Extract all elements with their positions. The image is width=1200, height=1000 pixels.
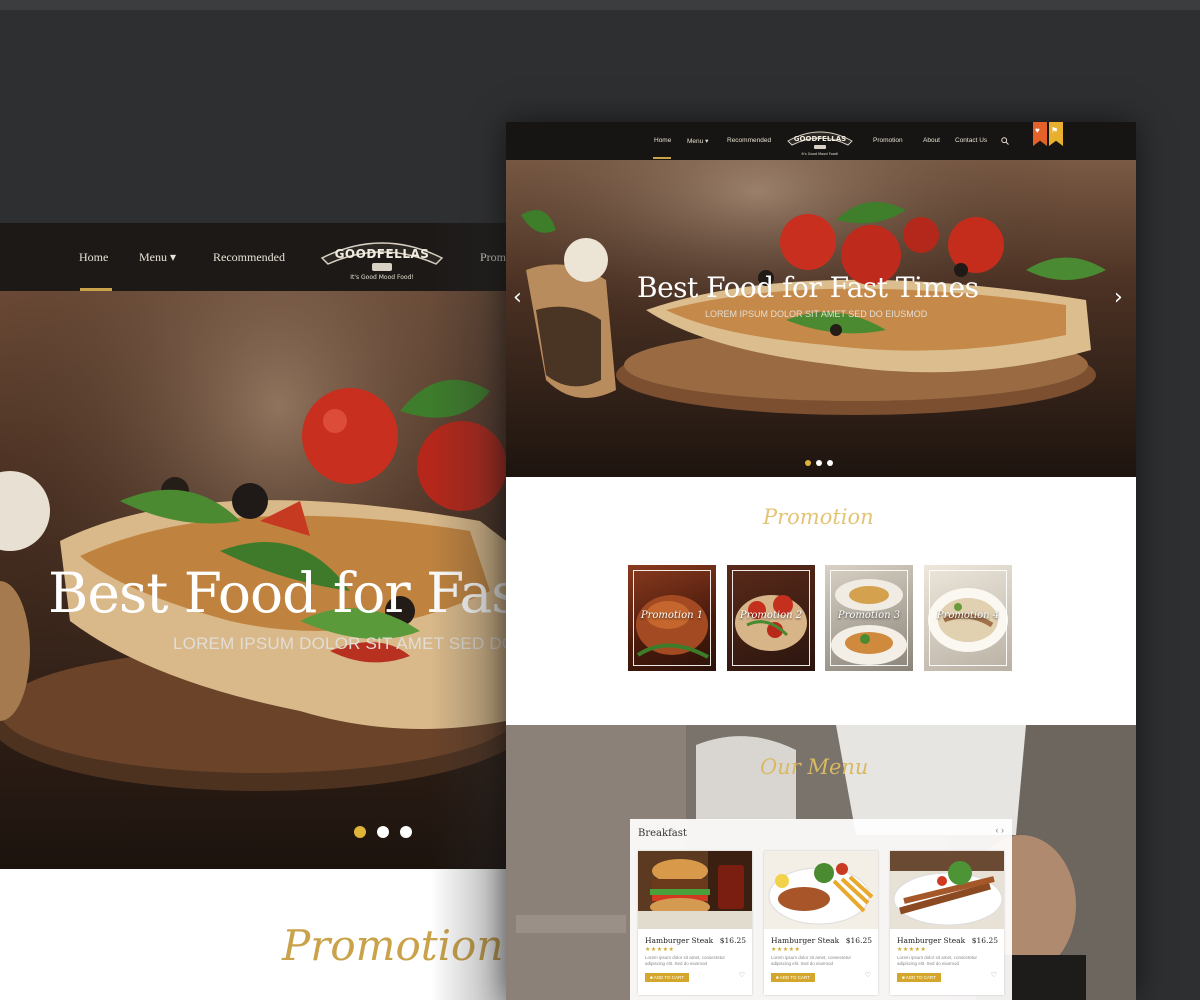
item-name: Hamburger Steak	[897, 936, 966, 945]
logo-text: GOODFELLAS	[335, 247, 430, 261]
nav-menu[interactable]: Menu ▾	[139, 250, 176, 265]
hero-subtitle: LOREM IPSUM DOLOR SIT AMET SED DO	[173, 634, 506, 653]
nav-home[interactable]: Home	[79, 250, 108, 265]
nav-recommended[interactable]: Recommended	[213, 250, 285, 265]
slider-dot-3[interactable]	[400, 826, 412, 838]
slider-dot-2[interactable]	[377, 826, 389, 838]
nav-menu[interactable]: Menu ▾	[687, 137, 708, 145]
nav-promotion-partial[interactable]: Prom	[480, 250, 506, 265]
promotion-heading: Promotion	[763, 505, 874, 529]
item-description: Lorem ipsum dolor sit amet, consectetur …	[645, 955, 726, 966]
item-name: Hamburger Steak	[771, 936, 840, 945]
heart-icon[interactable]: ♡	[739, 971, 745, 979]
main-nav: Home Menu ▾ Recommended GOODFELLAS It's …	[0, 223, 506, 291]
item-description: Lorem ipsum dolor sit amet, consectetur …	[897, 955, 978, 966]
promotion-tile-label: Promotion 4	[936, 610, 1000, 621]
nav-menu-label: Menu	[139, 250, 167, 264]
main-nav-small: Home Menu ▾ Recommended GOODFELLAS It's …	[506, 122, 1136, 160]
menu-card: Breakfast ‹ › Hamburger Steak $16.25 ★★★…	[630, 819, 1012, 1000]
left-mockup: Home Menu ▾ Recommended GOODFELLAS It's …	[0, 223, 506, 1000]
item-description: Lorem ipsum dolor sit amet, consectetur …	[771, 955, 852, 966]
promotion-tile-1[interactable]: Promotion 1	[628, 565, 716, 671]
hero-banner-small: Best Food for Fast Times LOREM IPSUM DOL…	[506, 160, 1136, 477]
top-strip	[0, 0, 1200, 10]
hero-subtitle: LOREM IPSUM DOLOR SIT AMET SED DO EIUSMO…	[705, 309, 928, 319]
promotion-tile-2[interactable]: Promotion 2	[727, 565, 815, 671]
star-rating: ★★★★★	[645, 947, 675, 953]
logo-tagline: It's Good Mood Food!	[801, 152, 838, 156]
add-to-cart-button[interactable]: ■ ADD TO CART	[897, 973, 941, 982]
promotion-section: Promotion Promotion 1 Promotion 2 Promot…	[506, 477, 1136, 725]
caret-down-icon: ▾	[170, 250, 177, 264]
promotion-tile-label: Promotion 1	[640, 610, 704, 621]
flag-ribbon[interactable]: ⚑	[1049, 122, 1063, 146]
menu-category: Breakfast	[638, 828, 687, 839]
hero-banner: Best Food for Fas LOREM IPSUM DOLOR SIT …	[0, 291, 506, 869]
goodfellas-logo[interactable]: GOODFELLAS It's Good Mood Food!	[786, 126, 854, 156]
logo-tagline: It's Good Mood Food!	[350, 274, 414, 281]
our-menu-section: Our Menu Breakfast ‹ › Hamburger Steak $…	[506, 725, 1136, 1000]
heart-icon[interactable]: ♡	[865, 971, 871, 979]
slider-dots	[354, 825, 423, 843]
chevron-right-icon[interactable]: ›	[1114, 285, 1123, 310]
chevron-controls-icon[interactable]: ‹ ›	[996, 825, 1005, 835]
nav-about[interactable]: About	[923, 137, 940, 144]
flag-icon: ⚑	[1051, 126, 1059, 135]
slider-dot-3[interactable]	[827, 460, 833, 466]
steak-image	[764, 851, 878, 929]
nav-contact[interactable]: Contact Us	[955, 137, 987, 144]
add-to-cart-button[interactable]: ■ ADD TO CART	[771, 973, 815, 982]
nav-menu-label: Menu	[687, 138, 704, 145]
promotion-tile-label: Promotion 3	[837, 610, 901, 621]
nav-home[interactable]: Home	[654, 137, 671, 144]
menu-item[interactable]: Hamburger Steak $16.25 ★★★★★ Lorem ipsum…	[638, 851, 752, 995]
slider-dot-2[interactable]	[816, 460, 822, 466]
caret-down-icon: ▾	[705, 138, 709, 145]
item-price: $16.25	[719, 936, 746, 945]
our-menu-heading: Our Menu	[760, 755, 869, 779]
burger-image	[638, 851, 752, 929]
heart-icon: ♥	[1035, 126, 1040, 135]
slider-dots	[805, 453, 838, 471]
slider-dot-1[interactable]	[354, 826, 366, 838]
item-price: $16.25	[845, 936, 872, 945]
logo-text: GOODFELLAS	[794, 135, 846, 143]
chevron-left-icon[interactable]: ‹	[513, 285, 522, 310]
skewer-image	[890, 851, 1004, 929]
item-name: Hamburger Steak	[645, 936, 714, 945]
heart-ribbon[interactable]: ♥	[1033, 122, 1047, 146]
nav-promotion[interactable]: Promotion	[873, 137, 903, 144]
promotion-heading: Promotion	[282, 921, 504, 970]
right-mockup: Home Menu ▾ Recommended GOODFELLAS It's …	[506, 122, 1136, 1000]
goodfellas-logo[interactable]: GOODFELLAS It's Good Mood Food!	[318, 232, 446, 282]
hero-title: Best Food for Fas	[48, 561, 506, 625]
menu-item[interactable]: Hamburger Steak $16.25 ★★★★★ Lorem ipsum…	[890, 851, 1004, 995]
nav-recommended[interactable]: Recommended	[727, 137, 771, 144]
promotion-tile-3[interactable]: Promotion 3	[825, 565, 913, 671]
menu-item[interactable]: Hamburger Steak $16.25 ★★★★★ Lorem ipsum…	[764, 851, 878, 995]
promotion-tile-label: Promotion 2	[739, 610, 803, 621]
add-to-cart-button[interactable]: ■ ADD TO CART	[645, 973, 689, 982]
heart-icon[interactable]: ♡	[991, 971, 997, 979]
promotion-tile-4[interactable]: Promotion 4	[924, 565, 1012, 671]
star-rating: ★★★★★	[897, 947, 927, 953]
item-price: $16.25	[971, 936, 998, 945]
search-icon[interactable]	[1001, 137, 1009, 145]
slider-dot-1[interactable]	[805, 460, 811, 466]
hero-title: Best Food for Fast Times	[637, 271, 979, 304]
star-rating: ★★★★★	[771, 947, 801, 953]
nav-home-underline	[653, 157, 671, 159]
promotion-section: Promotion	[0, 869, 506, 1000]
